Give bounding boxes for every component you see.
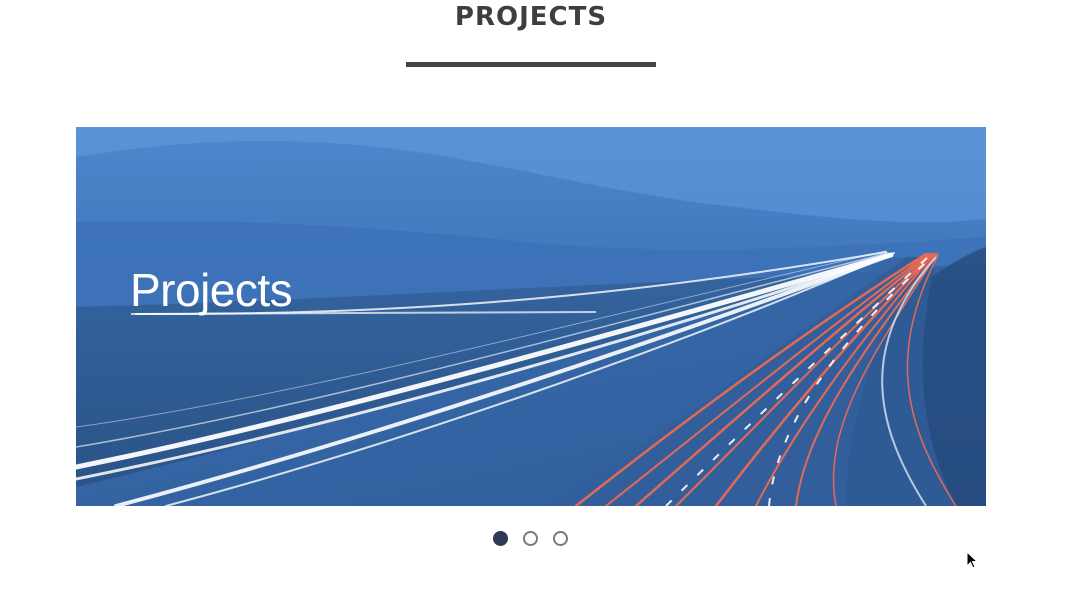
projects-carousel[interactable]: Projects bbox=[76, 127, 986, 506]
title-underline bbox=[406, 62, 656, 67]
carousel-pagination bbox=[493, 531, 568, 546]
mouse-pointer-icon bbox=[966, 551, 978, 569]
carousel-dot-3[interactable] bbox=[553, 531, 568, 546]
section-title: PROJECTS bbox=[454, 2, 608, 32]
page: PROJECTS Projects bbox=[0, 0, 1074, 594]
carousel-dot-1[interactable] bbox=[493, 531, 508, 546]
slide-caption: Projects bbox=[130, 264, 293, 316]
carousel-dot-2[interactable] bbox=[523, 531, 538, 546]
